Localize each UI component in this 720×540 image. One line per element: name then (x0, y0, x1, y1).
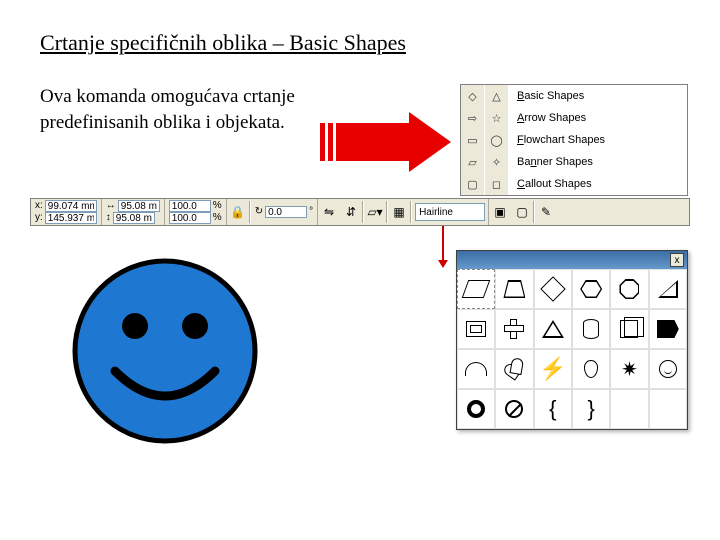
shape-cross[interactable] (495, 309, 533, 349)
shape-drop[interactable] (572, 349, 610, 389)
palette-close-button[interactable]: x (670, 253, 684, 267)
shape-triangle[interactable] (534, 309, 572, 349)
menu-item-basic[interactable]: Basic Shapes (509, 85, 687, 107)
shape-brace-left[interactable]: { (534, 389, 572, 429)
size-fields[interactable]: ↔ ↕ (102, 199, 165, 225)
callout-arrow (442, 226, 444, 260)
perfect-shape-picker[interactable]: ▱▾ (364, 201, 386, 223)
shape-parallelogram[interactable] (457, 269, 495, 309)
w-field[interactable] (118, 200, 160, 212)
shape-heart[interactable] (495, 349, 533, 389)
menu-item-flowchart[interactable]: Flowchart Shapes (509, 129, 687, 151)
intro-text: Ova komanda omogućava crtanje predefinis… (40, 84, 320, 135)
mirror-h-icon[interactable]: ⇋ (318, 201, 340, 223)
arrow-shapes-icon: ⇨ (461, 107, 484, 129)
shape-trapezoid[interactable] (495, 269, 533, 309)
callout-shapes-icon: ▢ (461, 173, 484, 195)
slide-title: Crtanje specifičnih oblika – Basic Shape… (40, 30, 680, 56)
shape-explosion[interactable]: ✷ (610, 349, 648, 389)
shape-bolt[interactable]: ⚡ (534, 349, 572, 389)
x-field[interactable] (45, 200, 97, 212)
shape-category-menu[interactable]: ◇ ⇨ ▭ ▱ ▢ △☆◯✧◻ Basic Shapes Arrow Shape… (460, 84, 688, 196)
property-bar: x: y: ↔ ↕ % % 🔒 ↻ ° ⇋ ⇵ ▱▾ ▦ Hairline ▣ … (30, 198, 690, 226)
menu-item-banner[interactable]: Banner Shapes (509, 151, 687, 173)
shape-cylinder[interactable] (572, 309, 610, 349)
shape-diamond[interactable] (534, 269, 572, 309)
outline-width[interactable]: Hairline (415, 203, 485, 221)
pointer-arrow (320, 112, 451, 172)
shape-cube[interactable] (610, 309, 648, 349)
h-field[interactable] (113, 212, 155, 224)
basic-shapes-palette[interactable]: x ⚡ ✷ { } (456, 250, 688, 430)
shape-frame[interactable] (457, 309, 495, 349)
convert-curves-icon[interactable]: ✎ (535, 201, 557, 223)
shape-pentagon-arrow[interactable] (649, 309, 687, 349)
menu-item-callout[interactable]: Callout Shapes (509, 173, 687, 195)
shape-ring[interactable] (457, 389, 495, 429)
menu-iconcol-b: △☆◯✧◻ (485, 85, 509, 195)
basic-shapes-icon: ◇ (461, 85, 484, 107)
position-fields[interactable]: x: y: (31, 199, 102, 225)
wrap-icon[interactable]: ▦ (388, 201, 410, 223)
sx-field[interactable] (169, 200, 211, 212)
to-back-icon[interactable]: ▢ (511, 201, 533, 223)
mirror-v-icon[interactable]: ⇵ (340, 201, 362, 223)
menu-iconcol-a: ◇ ⇨ ▭ ▱ ▢ (461, 85, 485, 195)
menu-item-arrow[interactable]: Arrow Shapes (509, 107, 687, 129)
smiley-shape (70, 256, 260, 451)
lock-icon[interactable]: 🔒 (227, 201, 249, 223)
shape-smiley[interactable] (649, 349, 687, 389)
to-front-icon[interactable]: ▣ (489, 201, 511, 223)
palette-titlebar[interactable]: x (457, 251, 687, 269)
angle-field-wrap[interactable]: ↻ ° (251, 199, 318, 225)
shape-octagon[interactable] (610, 269, 648, 309)
banner-shapes-icon: ▱ (461, 151, 484, 173)
shape-empty-b (649, 389, 687, 429)
flowchart-shapes-icon: ▭ (461, 129, 484, 151)
sy-field[interactable] (169, 212, 211, 224)
shape-noentry[interactable] (495, 389, 533, 429)
shape-empty-a (610, 389, 648, 429)
shape-arc[interactable] (457, 349, 495, 389)
shape-hexagon[interactable] (572, 269, 610, 309)
scale-fields[interactable]: % % (165, 199, 227, 225)
shape-brace-right[interactable]: } (572, 389, 610, 429)
angle-field[interactable] (265, 206, 307, 218)
shape-right-triangle[interactable] (649, 269, 687, 309)
y-field[interactable] (45, 212, 97, 224)
